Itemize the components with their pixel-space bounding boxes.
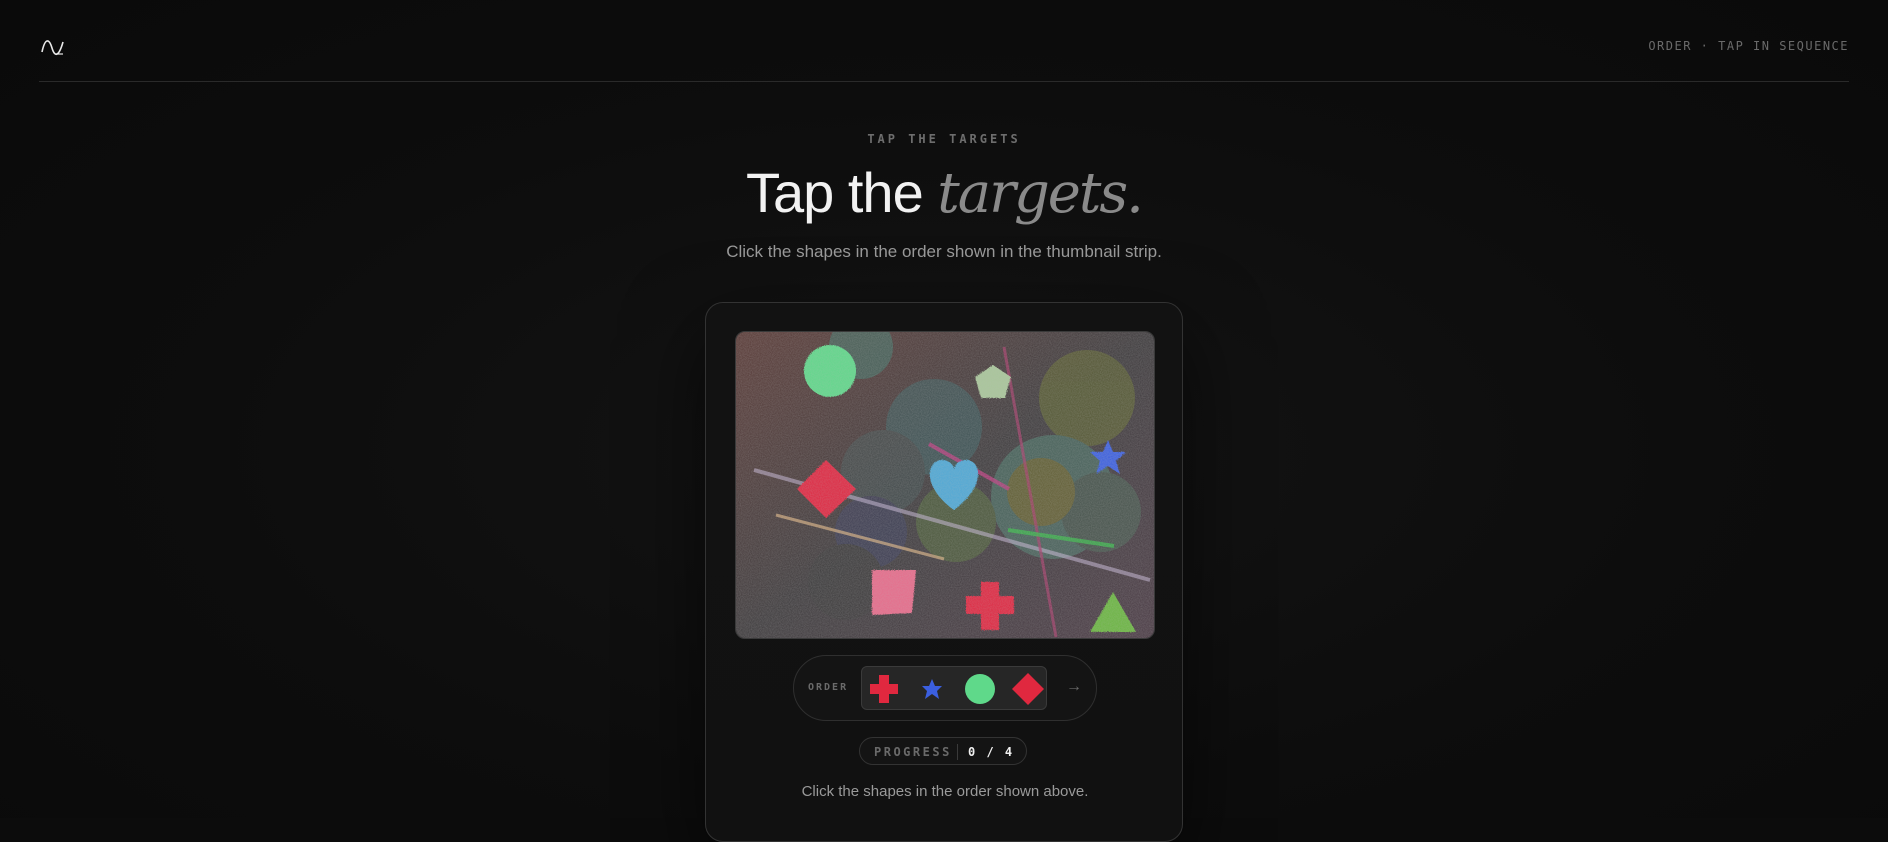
instruction-hint: Click the shapes in the order shown abov… — [801, 783, 1089, 800]
order-label: ORDER — [808, 682, 849, 693]
mode-label: ORDER · TAP IN SEQUENCE — [1648, 39, 1849, 53]
title-accent: targets. — [937, 161, 1144, 226]
red-diamond-icon — [1008, 669, 1048, 709]
blue-star-icon — [912, 669, 952, 709]
red-cross-icon — [864, 669, 904, 709]
game-canvas[interactable] — [735, 331, 1155, 639]
progress-label: PROGRESS — [874, 745, 952, 759]
top-bar: ORDER · TAP IN SEQUENCE — [39, 0, 1849, 82]
green-circle-icon — [960, 669, 1000, 709]
game-card: ORDER → PROGRESS 0 / 4 Click the shapes … — [705, 302, 1183, 842]
eyebrow-label: TAP THE TARGETS — [867, 132, 1021, 146]
title-main: Tap the — [746, 161, 938, 224]
wave-logo-icon[interactable] — [41, 36, 65, 56]
progress-value: 0 / 4 — [968, 745, 1015, 759]
order-strip: ORDER → — [793, 655, 1097, 721]
arrow-right-icon: → — [1066, 678, 1082, 695]
page-title: Tap the targets. — [0, 160, 1888, 226]
order-thumbnails — [861, 666, 1047, 710]
page-subtitle: Click the shapes in the order shown in t… — [726, 242, 1162, 261]
progress-divider — [957, 744, 958, 760]
progress-indicator: PROGRESS 0 / 4 — [859, 737, 1027, 765]
